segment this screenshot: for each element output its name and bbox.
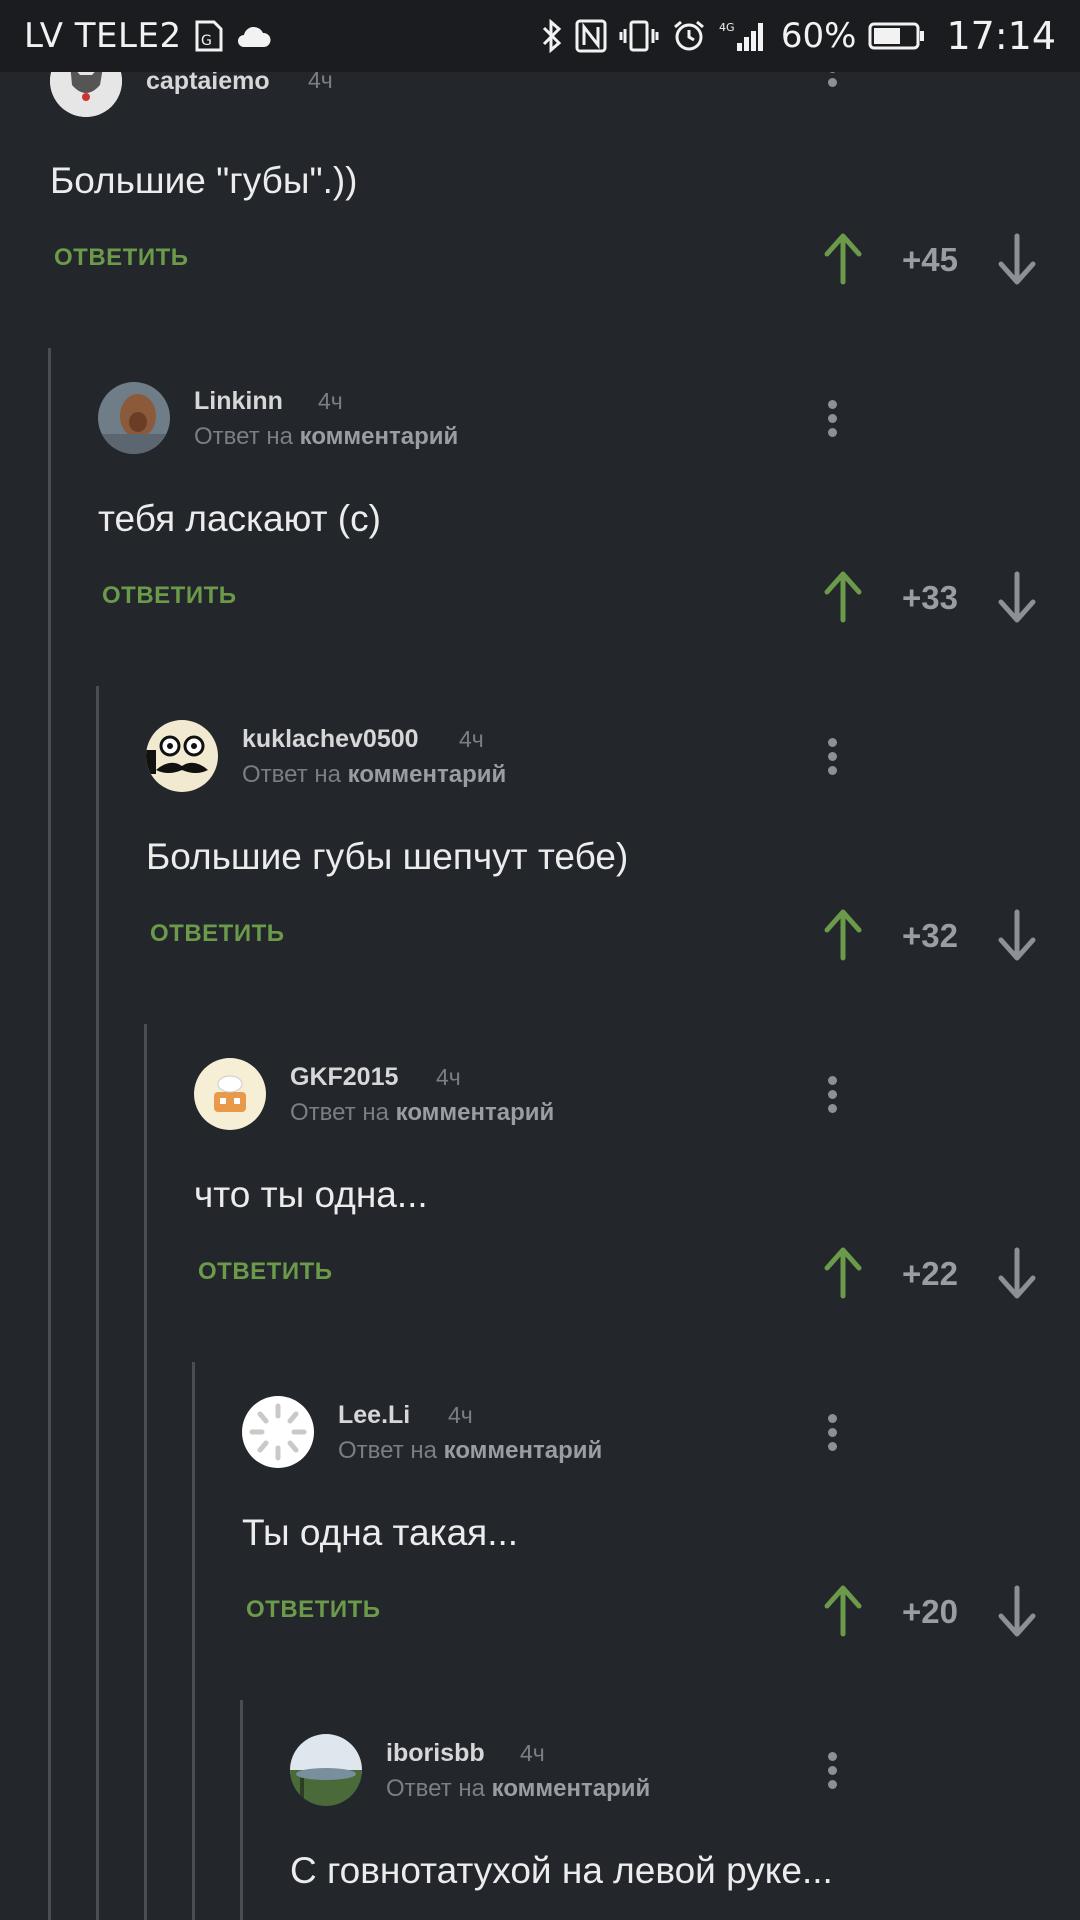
thread-line (48, 348, 51, 1920)
battery-percent: 60% (780, 16, 857, 56)
thread-line (240, 1700, 243, 1920)
thread-line (144, 1024, 147, 1920)
reply-reference: Ответ на комментарий (242, 761, 506, 789)
comment-menu-button[interactable] (822, 1748, 842, 1798)
comment-time: 4ч (436, 1064, 461, 1090)
reply-button[interactable]: ОТВЕТИТЬ (150, 920, 285, 948)
downvote-icon[interactable] (997, 908, 1037, 962)
comment-author[interactable]: kuklachev0500 (242, 725, 419, 754)
thread-line (192, 1362, 195, 1920)
comment-menu-button[interactable] (822, 734, 842, 784)
comment-time: 4ч (520, 1740, 545, 1766)
comment-text: Большие "губы".)) (50, 160, 358, 201)
alarm-icon (671, 19, 707, 53)
avatar[interactable] (242, 1396, 314, 1468)
comment-score: +33 (902, 579, 958, 616)
reply-target-link[interactable]: комментарий (348, 761, 507, 788)
comment-text: тебя ласкают (с) (98, 498, 381, 539)
comment-author[interactable]: iborisbb (386, 1739, 485, 1768)
comment-text: Большие губы шепчут тебе) (146, 836, 629, 877)
reply-target-link[interactable]: комментарий (300, 423, 459, 450)
reply-reference: Ответ на комментарий (386, 1775, 650, 1803)
battery-icon (868, 21, 926, 51)
downvote-icon[interactable] (997, 570, 1037, 624)
reply-prefix: Ответ на (194, 423, 293, 450)
reply-target-link[interactable]: комментарий (492, 1775, 651, 1802)
reply-button[interactable]: ОТВЕТИТЬ (246, 1596, 381, 1624)
nfc-icon (575, 19, 607, 53)
comment-score: +45 (902, 241, 958, 278)
avatar[interactable] (290, 1734, 362, 1806)
avatar[interactable] (146, 720, 218, 792)
upvote-icon[interactable] (823, 232, 863, 286)
comment-menu-button[interactable] (822, 1072, 842, 1122)
carrier-name: LV TELE2 (24, 16, 182, 56)
comment-thread: captaiemo 4ч Большие "губы".)) ОТВЕТИТЬ … (0, 0, 1080, 1920)
svg-text:G: G (201, 33, 212, 49)
comment-menu-button[interactable] (822, 1410, 842, 1460)
comment-text: С говнотатухой на левой руке... (290, 1850, 833, 1891)
cloud-icon (236, 23, 272, 49)
reply-prefix: Ответ на (290, 1099, 389, 1126)
comment-text: Ты одна такая... (242, 1512, 519, 1553)
reply-target-link[interactable]: комментарий (396, 1099, 555, 1126)
sim-card-icon: G (194, 19, 224, 53)
reply-button[interactable]: ОТВЕТИТЬ (102, 582, 237, 610)
comment-time: 4ч (318, 388, 343, 414)
bluetooth-icon (541, 19, 563, 53)
comment-author[interactable]: Linkinn (194, 387, 283, 416)
signal-icon: 4G (719, 19, 769, 53)
comment-author[interactable]: GKF2015 (290, 1063, 398, 1092)
reply-button[interactable]: ОТВЕТИТЬ (54, 244, 189, 272)
comment-time: 4ч (459, 726, 484, 752)
avatar[interactable] (98, 382, 170, 454)
reply-prefix: Ответ на (338, 1437, 437, 1464)
downvote-icon[interactable] (997, 232, 1037, 286)
reply-button[interactable]: ОТВЕТИТЬ (198, 1258, 333, 1286)
reply-reference: Ответ на комментарий (338, 1437, 602, 1465)
upvote-icon[interactable] (823, 908, 863, 962)
downvote-icon[interactable] (997, 1246, 1037, 1300)
reply-target-link[interactable]: комментарий (444, 1437, 603, 1464)
reply-reference: Ответ на комментарий (290, 1099, 554, 1127)
comment-score: +20 (902, 1593, 958, 1630)
comment-time: 4ч (448, 1402, 473, 1428)
downvote-icon[interactable] (997, 1584, 1037, 1638)
comment-text: что ты одна... (194, 1174, 428, 1215)
network-type: 4G (719, 21, 735, 34)
thread-line (96, 686, 99, 1920)
reply-prefix: Ответ на (386, 1775, 485, 1802)
comment-author[interactable]: Lee.Li (338, 1401, 410, 1430)
vibrate-icon (619, 19, 659, 53)
reply-prefix: Ответ на (242, 761, 341, 788)
clock: 17:14 (946, 14, 1056, 58)
upvote-icon[interactable] (823, 1584, 863, 1638)
upvote-icon[interactable] (823, 1246, 863, 1300)
avatar[interactable] (194, 1058, 266, 1130)
comment-menu-button[interactable] (822, 396, 842, 446)
status-bar: LV TELE2 G 4G 60% 17:14 (0, 0, 1080, 72)
comment-score: +32 (902, 917, 958, 954)
reply-reference: Ответ на комментарий (194, 423, 458, 451)
comment-score: +22 (902, 1255, 958, 1292)
upvote-icon[interactable] (823, 570, 863, 624)
